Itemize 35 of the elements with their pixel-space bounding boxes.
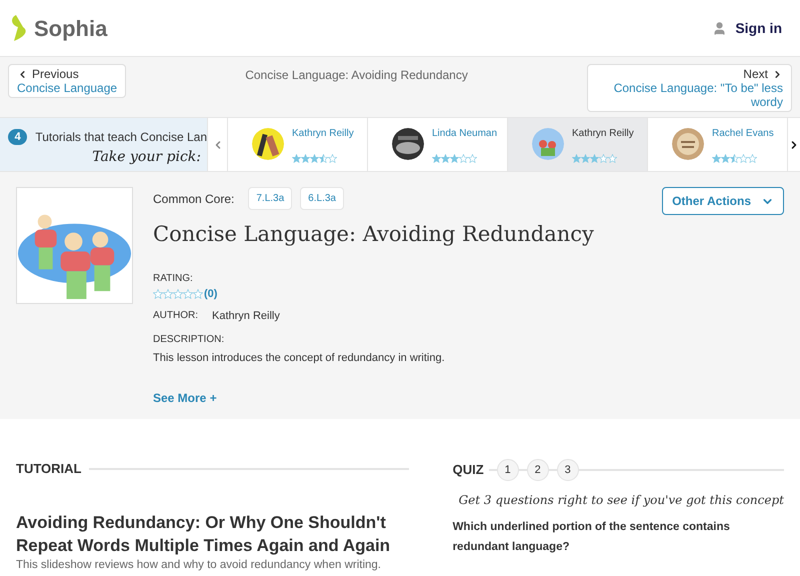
tutorial-title[interactable]: Avoiding Redundancy: Or Why One Shouldn't Repeat Words Multiple Times Again and Again: [16, 510, 409, 556]
author-name: Rachel Evans: [712, 127, 774, 141]
quiz-tagline: Get 3 questions right to see if you've got this concept: [458, 492, 784, 509]
rating-count[interactable]: (0): [204, 286, 218, 302]
count-badge: 4: [8, 129, 28, 145]
page-title: Concise Language: Avoiding Redundancy: [245, 67, 468, 84]
description-label: DESCRIPTION:: [153, 332, 226, 346]
quiz-step[interactable]: 2: [526, 459, 549, 481]
logo[interactable]: Sophia: [34, 12, 108, 44]
previous-button[interactable]: Previous Concise Language: [8, 64, 126, 98]
common-core-label: Common Core:: [153, 190, 234, 208]
quiz-step[interactable]: 1: [496, 459, 519, 481]
author-name: Kathryn Reilly: [292, 127, 354, 141]
tutorial-summary: This slideshow reviews how and why to avoid redundancy when writing.: [16, 558, 382, 572]
lesson-title: Concise Language: Avoiding Redundancy: [153, 221, 595, 248]
next-button[interactable]: Next Concise Language: "To be" less wordy: [586, 64, 792, 112]
section-heading: QUIZ: [452, 461, 484, 480]
other-actions-button[interactable]: Other Actions: [662, 187, 784, 215]
quiz-step[interactable]: 3: [556, 459, 579, 481]
section-heading: TUTORIAL: [16, 460, 82, 478]
tagline: Take your pick:: [91, 148, 202, 166]
standard-tag[interactable]: 6.L.3a: [300, 187, 344, 210]
sign-in-button[interactable]: Sign in: [712, 18, 790, 38]
quiz-question: Which underlined portion of the sentence contains redundant language?: [452, 520, 731, 555]
see-more-link[interactable]: See More +: [153, 389, 784, 407]
user-icon: [712, 20, 728, 36]
description: This lesson introduces the concept of redundancy in writing.: [153, 350, 446, 366]
author-label: AUTHOR:: [153, 309, 198, 323]
rating-label: RATING:: [153, 272, 194, 286]
author-name: Linda Neuman: [432, 127, 498, 141]
author-name: Kathryn Reilly: [572, 127, 634, 141]
standard-tag[interactable]: 7.L.3a: [248, 187, 292, 210]
intro-text: Tutorials that teach Concise Lan: [35, 129, 207, 146]
author-name: Kathryn Reilly: [212, 309, 280, 324]
tutorial-card[interactable]: Kathryn Reilly: [507, 118, 647, 171]
